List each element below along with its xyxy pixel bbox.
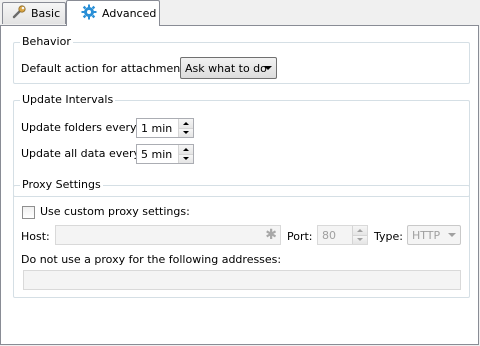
stepper-down-button[interactable]	[179, 128, 193, 137]
tab-advanced-label: Advanced	[102, 7, 157, 20]
update-intervals-title: Update Intervals	[20, 93, 116, 106]
stepper-up-button[interactable]	[179, 145, 193, 155]
attachments-value: Ask what to do	[185, 61, 267, 75]
port-label: Port:	[287, 230, 313, 243]
arrow-up-icon	[357, 228, 363, 232]
port-value: 80	[322, 228, 336, 242]
update-all-data-stepper[interactable]: 5 min	[136, 144, 194, 164]
update-all-data-value: 5 min	[141, 147, 173, 161]
chevron-down-icon	[448, 233, 456, 237]
stepper-up-button[interactable]	[179, 119, 193, 129]
update-all-data-label: Update all data every:	[21, 147, 143, 160]
port-stepper[interactable]: 80	[317, 225, 368, 245]
stepper-down-button[interactable]	[353, 235, 367, 244]
arrow-down-icon	[183, 157, 189, 161]
wrench-icon	[11, 4, 27, 23]
update-folders-stepper[interactable]: 1 min	[136, 118, 194, 138]
host-input[interactable]: ✱	[55, 225, 281, 245]
attachments-label: Default action for attachments:	[21, 62, 194, 75]
use-custom-proxy-label: Use custom proxy settings:	[40, 205, 190, 218]
required-star-icon: ✱	[265, 227, 277, 243]
host-label: Host:	[21, 230, 50, 243]
behavior-title: Behavior	[20, 35, 73, 48]
stepper-up-button[interactable]	[353, 226, 367, 236]
chevron-down-icon	[264, 66, 272, 70]
arrow-down-icon	[183, 131, 189, 135]
tab-advanced[interactable]: Advanced	[66, 0, 160, 26]
proxy-type-value: HTTP	[412, 228, 441, 242]
update-folders-label: Update folders every:	[21, 121, 140, 134]
arrow-up-icon	[183, 121, 189, 125]
type-label: Type:	[374, 230, 403, 243]
update-folders-value: 1 min	[141, 121, 173, 135]
arrow-up-icon	[183, 147, 189, 151]
attachments-dropdown[interactable]: Ask what to do	[180, 57, 277, 79]
proxy-settings-title: Proxy Settings	[20, 178, 103, 191]
bypass-label: Do not use a proxy for the following add…	[21, 253, 282, 266]
tab-basic-label: Basic	[31, 7, 61, 20]
gear-icon	[81, 4, 97, 23]
proxy-settings-group: Proxy Settings Use custom proxy settings…	[13, 178, 470, 298]
proxy-type-dropdown[interactable]: HTTP	[407, 225, 461, 245]
tab-bar: Basic Advanced	[0, 0, 480, 26]
tab-basic[interactable]: Basic	[2, 2, 66, 24]
arrow-down-icon	[357, 238, 363, 242]
behavior-group: Behavior Default action for attachments:…	[13, 35, 470, 84]
bypass-addresses-input[interactable]	[23, 270, 461, 290]
use-custom-proxy-checkbox[interactable]	[22, 206, 35, 219]
stepper-down-button[interactable]	[179, 154, 193, 163]
advanced-panel: Behavior Default action for attachments:…	[0, 25, 479, 345]
